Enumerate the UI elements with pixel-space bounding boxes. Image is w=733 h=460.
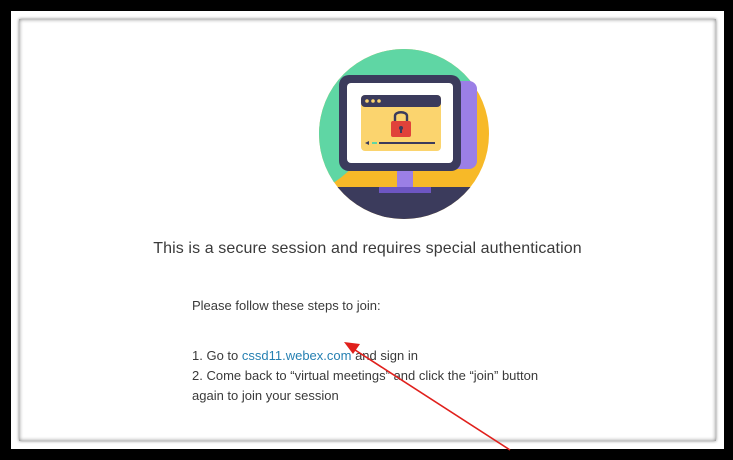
step-1-suffix: and sign in: [351, 348, 418, 363]
secure-session-illustration: [319, 49, 489, 219]
step-2: 2. Come back to “virtual meetings” and c…: [192, 368, 539, 383]
monitor-base: [379, 187, 431, 193]
secure-session-panel: This is a secure session and requires sp…: [19, 19, 716, 441]
webex-site-link[interactable]: cssd11.webex.com: [242, 348, 352, 363]
step-1-prefix: 1. Go to: [192, 348, 242, 363]
step-1: 1. Go to cssd11.webex.com and sign in: [192, 346, 418, 366]
page-title: This is a secure session and requires sp…: [153, 240, 582, 257]
step-2-continued: again to join your session: [192, 388, 339, 403]
instructions-intro: Please follow these steps to join:: [192, 298, 381, 313]
